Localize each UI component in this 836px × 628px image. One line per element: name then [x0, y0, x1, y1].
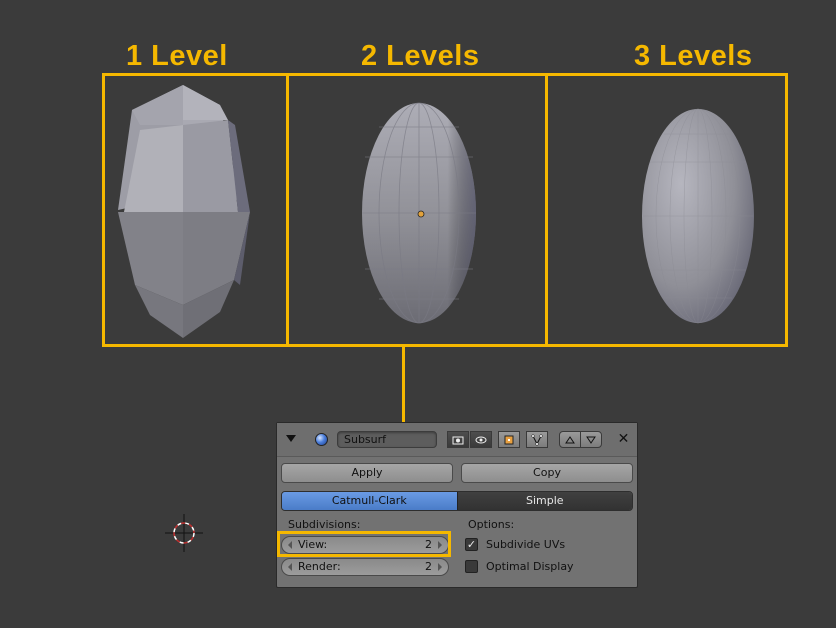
- eye-icon[interactable]: [470, 431, 492, 448]
- increment-icon[interactable]: [438, 563, 442, 571]
- optimal-display-checkbox[interactable]: [465, 560, 478, 573]
- 3d-cursor-icon: [165, 514, 203, 552]
- view-highlight-frame: [277, 531, 451, 557]
- mesh-level-1: [118, 85, 250, 338]
- editmode-icon[interactable]: [498, 431, 520, 448]
- camera-icon[interactable]: [447, 431, 469, 448]
- optimal-display-label: Optimal Display: [486, 560, 574, 573]
- render-label: Render:: [298, 560, 341, 573]
- vertex-icon[interactable]: [526, 431, 548, 448]
- level-1-title: 1 Level: [126, 40, 228, 72]
- render-levels-field[interactable]: Render: 2: [281, 558, 449, 576]
- close-icon[interactable]: ✕: [615, 431, 632, 448]
- subdivide-uvs-label: Subdivide UVs: [486, 538, 566, 551]
- subdivide-uvs-checkbox[interactable]: ✓: [465, 538, 478, 551]
- tab-catmull-clark[interactable]: Catmull-Clark: [282, 492, 457, 510]
- modifier-header: Subsurf ✕: [277, 423, 637, 457]
- render-value: 2: [425, 560, 432, 573]
- triangle-down-icon[interactable]: [286, 435, 296, 442]
- arrow-up-icon[interactable]: [559, 431, 581, 448]
- copy-button[interactable]: Copy: [461, 463, 633, 483]
- mesh-level-2: [362, 102, 476, 324]
- algorithm-selector: Catmull-Clark Simple: [281, 491, 633, 511]
- subdivisions-label: Subdivisions:: [288, 518, 361, 531]
- arrow-down-icon[interactable]: [580, 431, 602, 448]
- level-3-title: 3 Levels: [634, 40, 753, 72]
- subsurf-modifier-panel: Subsurf ✕ Apply Copy Catmull-Clark Simpl…: [276, 422, 638, 588]
- apply-button[interactable]: Apply: [281, 463, 453, 483]
- tab-simple[interactable]: Simple: [456, 492, 632, 510]
- sphere-icon: [315, 433, 328, 446]
- mesh-level-3: [642, 108, 754, 324]
- options-label: Options:: [468, 518, 515, 531]
- decrement-icon[interactable]: [288, 563, 292, 571]
- level-2-title: 2 Levels: [361, 40, 480, 72]
- modifier-name-field[interactable]: Subsurf: [337, 431, 437, 448]
